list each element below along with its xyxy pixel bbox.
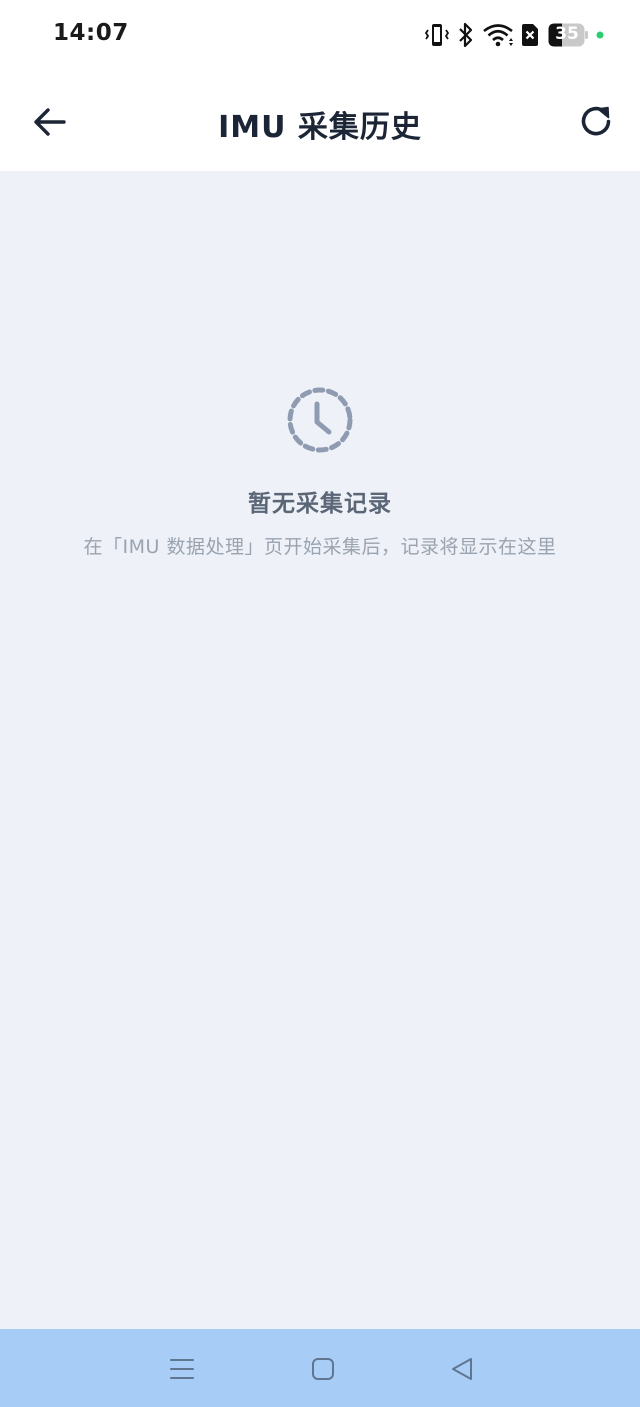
screen: 14:07 35 IMU 采集历史 暂无采集记录 在「IMU 数据处理」页开始采…: [0, 0, 640, 1407]
status-bar: 14:07 35: [0, 0, 640, 70]
nav-home-button[interactable]: [307, 1353, 339, 1385]
system-nav-bar: [0, 1329, 640, 1407]
bluetooth-icon: [459, 22, 473, 48]
status-icons: 35: [424, 22, 614, 48]
empty-description: 在「IMU 数据处理」页开始采集后，记录将显示在这里: [83, 536, 557, 558]
vibrate-icon: [424, 24, 450, 46]
home-icon: [312, 1358, 334, 1380]
nav-menu-button[interactable]: [166, 1353, 198, 1385]
battery-level: 35: [555, 24, 579, 44]
history-icon: [287, 387, 353, 453]
app-header: IMU 采集历史: [0, 70, 640, 171]
refresh-icon: [581, 106, 611, 136]
back-icon: [452, 1358, 472, 1380]
battery-icon: 35: [548, 23, 588, 47]
status-time: 14:07: [53, 20, 129, 46]
empty-title: 暂无采集记录: [248, 491, 392, 517]
dot-indicator-icon: [596, 31, 604, 39]
page-title: IMU 采集历史: [218, 110, 422, 145]
menu-icon: [170, 1359, 194, 1379]
refresh-button[interactable]: [574, 100, 620, 144]
sim-missing-icon: [522, 24, 538, 46]
wifi-icon: [483, 24, 513, 47]
nav-back-button[interactable]: [446, 1353, 478, 1385]
